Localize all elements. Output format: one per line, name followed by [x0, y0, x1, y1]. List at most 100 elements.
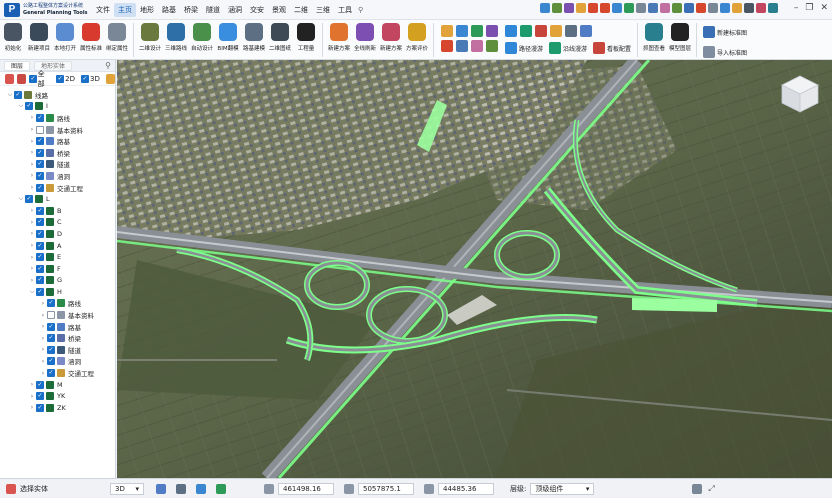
- ribbon-home-2-button[interactable]: 本地打开: [52, 23, 78, 52]
- nav-cube-icon[interactable]: [780, 74, 820, 114]
- tree-row[interactable]: › ✓ 路基: [0, 135, 115, 147]
- tree-row[interactable]: › 基本资料: [0, 124, 115, 136]
- ribbon-design-4-button[interactable]: 路基建模: [241, 23, 267, 52]
- ribbon-scheme-3-button[interactable]: 方案评价: [404, 23, 430, 52]
- tree-checkbox[interactable]: ✓: [36, 276, 44, 285]
- roam-icon-4[interactable]: [565, 25, 577, 37]
- menu-item-7[interactable]: 交安: [246, 3, 268, 17]
- chevron-down-icon[interactable]: ⌵: [28, 288, 36, 296]
- close-icon[interactable]: ✕: [820, 3, 828, 13]
- quick-tool-icon-8[interactable]: [636, 3, 646, 13]
- chevron-right-icon[interactable]: ›: [28, 242, 36, 249]
- view-mode-select[interactable]: 3D ▾: [110, 482, 144, 495]
- tree-row[interactable]: › ✓ 桥梁: [0, 147, 115, 159]
- tree-checkbox[interactable]: [36, 125, 44, 134]
- std-drawing-item-1[interactable]: 导入标准图: [703, 46, 747, 58]
- tree-checkbox[interactable]: ✓: [36, 392, 44, 401]
- tree-checkbox[interactable]: ✓: [36, 403, 44, 412]
- tree-checkbox[interactable]: [47, 311, 55, 320]
- tree-checkbox[interactable]: ✓: [36, 113, 44, 122]
- tree-row[interactable]: › ✓ M: [0, 379, 115, 391]
- quick-tool-icon-16[interactable]: [732, 3, 742, 13]
- roam-item-0[interactable]: 路径漫游: [505, 42, 543, 54]
- quick-tool-icon-17[interactable]: [744, 3, 754, 13]
- tree-row[interactable]: › ✓ 涵洞: [0, 356, 115, 368]
- tree-checkbox[interactable]: ✓: [36, 229, 44, 238]
- quick-tool-icon-2[interactable]: [564, 3, 574, 13]
- quick-tool-icon-1[interactable]: [552, 3, 562, 13]
- chevron-right-icon[interactable]: ›: [28, 277, 36, 284]
- quick-tool-icon-5[interactable]: [600, 3, 610, 13]
- roam-icon-1[interactable]: [520, 25, 532, 37]
- chevron-down-icon[interactable]: ⌵: [17, 195, 25, 203]
- roam-icon-2[interactable]: [535, 25, 547, 37]
- tree-row[interactable]: › ✓ ZK: [0, 402, 115, 414]
- chevron-right-icon[interactable]: ›: [39, 323, 47, 330]
- roam-icon-5[interactable]: [580, 25, 592, 37]
- tree-checkbox[interactable]: ✓: [36, 148, 44, 157]
- restore-icon[interactable]: ❐: [805, 3, 813, 13]
- quick-tool-icon-19[interactable]: [768, 3, 778, 13]
- ribbon-home-3-button[interactable]: 属性标准: [78, 23, 104, 52]
- camera-icon[interactable]: [196, 483, 206, 494]
- roam-icon-0[interactable]: [505, 25, 517, 37]
- quick-tool-icon-10[interactable]: [660, 3, 670, 13]
- menu-item-9[interactable]: 二维: [290, 3, 312, 17]
- tree-row[interactable]: › ✓ 交通工程: [0, 182, 115, 194]
- ribbon-home-1-button[interactable]: 新建项目: [26, 23, 52, 52]
- ribbon-view-1-button[interactable]: 模型图层: [667, 23, 693, 52]
- tree-checkbox[interactable]: ✓: [36, 380, 44, 389]
- roam-icon-3[interactable]: [550, 25, 562, 37]
- tree-checkbox[interactable]: ✓: [47, 322, 55, 331]
- tree-row[interactable]: ⌵ ✓ H: [0, 286, 115, 298]
- menu-item-2[interactable]: 地形: [136, 3, 158, 17]
- select-entity-icon[interactable]: [6, 483, 16, 494]
- ribbon-home-0-button[interactable]: 初始化: [0, 23, 26, 52]
- quick-tool-icon-13[interactable]: [696, 3, 706, 13]
- tree-checkbox[interactable]: ✓: [36, 264, 44, 273]
- tree-row[interactable]: ⌵ ✓ I: [0, 101, 115, 113]
- tree-row[interactable]: › ✓ 涵洞: [0, 170, 115, 182]
- tool-small-icon-1[interactable]: [456, 25, 468, 37]
- pin-icon[interactable]: ⚲: [105, 61, 111, 70]
- chevron-right-icon[interactable]: ›: [28, 230, 36, 237]
- quick-tool-icon-18[interactable]: [756, 3, 766, 13]
- menu-item-0[interactable]: 文件: [92, 3, 114, 17]
- tool-small-icon-0[interactable]: [441, 25, 453, 37]
- panel-check-0[interactable]: ✓ 全部: [29, 69, 53, 89]
- nav-cube[interactable]: [780, 74, 820, 116]
- quick-tool-icon-9[interactable]: [648, 3, 658, 13]
- tree-checkbox[interactable]: ✓: [47, 299, 55, 308]
- menu-item-6[interactable]: 涵洞: [224, 3, 246, 17]
- minimize-icon[interactable]: –: [794, 3, 799, 13]
- tree-checkbox[interactable]: ✓: [36, 253, 44, 262]
- tool-small-icon-5[interactable]: [456, 40, 468, 52]
- quick-tool-icon-3[interactable]: [576, 3, 586, 13]
- tree-checkbox[interactable]: ✓: [36, 218, 44, 227]
- chevron-right-icon[interactable]: ›: [39, 335, 47, 342]
- chevron-right-icon[interactable]: ›: [28, 393, 36, 400]
- tool-small-icon-2[interactable]: [471, 25, 483, 37]
- settings-icon[interactable]: [692, 483, 703, 494]
- quick-tool-icon-12[interactable]: [684, 3, 694, 13]
- search-icon[interactable]: [105, 73, 115, 84]
- remove-icon[interactable]: [17, 73, 27, 84]
- tree-checkbox[interactable]: ✓: [47, 345, 55, 354]
- chevron-right-icon[interactable]: ›: [28, 161, 36, 168]
- chevron-right-icon[interactable]: ›: [28, 172, 36, 179]
- quick-tool-icon-11[interactable]: [672, 3, 682, 13]
- chevron-right-icon[interactable]: ›: [28, 254, 36, 261]
- tree-row[interactable]: › ✓ B: [0, 205, 115, 217]
- chevron-right-icon[interactable]: ›: [39, 358, 47, 365]
- tree-row[interactable]: ⌵ ✓ L: [0, 193, 115, 205]
- tree-row[interactable]: › ✓ E: [0, 251, 115, 263]
- tree-checkbox[interactable]: ✓: [14, 90, 22, 99]
- menu-item-5[interactable]: 隧道: [202, 3, 224, 17]
- chevron-down-icon[interactable]: ⌵: [6, 91, 14, 99]
- chevron-right-icon[interactable]: ›: [28, 126, 36, 133]
- checkbox[interactable]: ✓: [80, 74, 89, 83]
- tree-checkbox[interactable]: ✓: [36, 287, 44, 296]
- tool-small-icon-7[interactable]: [486, 40, 498, 52]
- menu-item-10[interactable]: 三维: [312, 3, 334, 17]
- chevron-right-icon[interactable]: ›: [28, 184, 36, 191]
